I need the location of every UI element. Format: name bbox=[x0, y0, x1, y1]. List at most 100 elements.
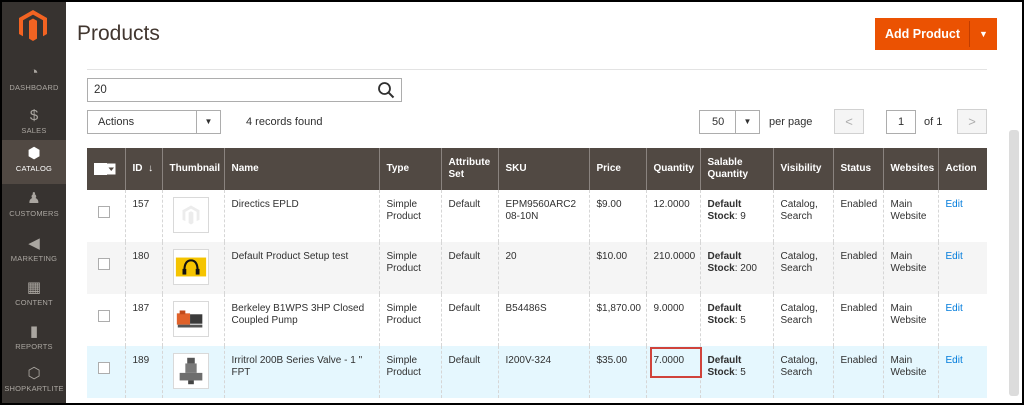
sidebar-item-label: CATALOG bbox=[15, 164, 53, 173]
cell-quantity: 9.0000 bbox=[645, 294, 700, 346]
edit-link[interactable]: Edit bbox=[946, 199, 963, 210]
sidebar-item-catalog[interactable]: ⬢ CATALOG bbox=[2, 140, 66, 184]
row-select-cell[interactable] bbox=[87, 190, 125, 242]
chevron-down-icon[interactable]: ▼ bbox=[196, 111, 220, 133]
edit-link[interactable]: Edit bbox=[946, 251, 963, 262]
cell-visibility: Catalog, Search bbox=[772, 294, 833, 346]
cell-attribute-set: Default bbox=[440, 346, 498, 398]
next-page-button[interactable]: > bbox=[957, 109, 987, 134]
cell-action: Edit bbox=[937, 294, 987, 346]
megaphone-icon: ◀ bbox=[28, 235, 40, 252]
cell-price: $1,870.00 bbox=[588, 294, 646, 346]
cell-type: Simple Product bbox=[378, 346, 441, 398]
column-thumbnail: Thumbnail bbox=[161, 148, 224, 190]
per-page-value: 50 bbox=[712, 116, 725, 128]
cell-quantity: 12.0000 bbox=[645, 190, 700, 242]
search-input[interactable] bbox=[94, 82, 364, 98]
cell-id: 180 bbox=[124, 242, 162, 294]
cell-status: Enabled bbox=[832, 190, 883, 242]
sidebar-item-shopkartlite[interactable]: ⬡ SHOPKARTLITE bbox=[2, 360, 66, 403]
cube-icon: ⬢ bbox=[27, 145, 41, 162]
cell-action: Edit bbox=[937, 190, 987, 242]
cell-type: Simple Product bbox=[378, 190, 441, 242]
edit-link[interactable]: Edit bbox=[946, 303, 963, 314]
column-price[interactable]: Price bbox=[588, 148, 646, 190]
per-page-label: per page bbox=[769, 116, 813, 128]
table-row[interactable]: 189 Irritrol 200B Series Valve - 1 " FPT S… bbox=[87, 346, 987, 398]
row-checkbox[interactable] bbox=[98, 258, 110, 270]
column-quantity[interactable]: Quantity bbox=[645, 148, 700, 190]
cell-visibility: Catalog, Search bbox=[772, 242, 833, 294]
page-title: Products bbox=[77, 22, 160, 45]
person-icon: ♟ bbox=[27, 190, 41, 207]
total-pages: of 1 bbox=[924, 116, 943, 128]
sidebar-item-label: DASHBOARD bbox=[9, 83, 59, 92]
grid-header-row: ID ↓ Thumbnail Name Type Attribute Set S… bbox=[87, 148, 987, 190]
column-type[interactable]: Type bbox=[378, 148, 441, 190]
row-checkbox[interactable] bbox=[98, 310, 110, 322]
add-product-label[interactable]: Add Product bbox=[876, 19, 969, 49]
sidebar-item-customers[interactable]: ♟ CUSTOMERS bbox=[2, 185, 66, 229]
cell-action: Edit bbox=[937, 346, 987, 398]
chevron-down-icon[interactable]: ▼ bbox=[735, 111, 759, 133]
quantity-highlight-box bbox=[650, 347, 702, 378]
sidebar-item-dashboard[interactable]: ◔ DASHBOARD bbox=[2, 59, 66, 103]
cell-attribute-set: Default bbox=[440, 242, 498, 294]
column-status[interactable]: Status bbox=[832, 148, 883, 190]
mass-select-header[interactable] bbox=[87, 148, 125, 190]
row-checkbox[interactable] bbox=[98, 362, 110, 374]
page-number-input[interactable]: 1 bbox=[886, 110, 916, 134]
keyword-search[interactable] bbox=[87, 78, 402, 102]
column-action: Action bbox=[937, 148, 987, 190]
cell-name: Default Product Setup test bbox=[223, 242, 379, 294]
cell-visibility: Catalog, Search bbox=[772, 346, 833, 398]
row-select-cell[interactable] bbox=[87, 294, 125, 346]
admin-window: ◔ DASHBOARD $ SALES ⬢ CATALOG ♟ CUSTOMERS ◀ MARKE… bbox=[0, 0, 1024, 405]
sidebar-item-content[interactable]: ▦ CONTENT bbox=[2, 274, 66, 318]
cell-websites: Main Website bbox=[882, 294, 938, 346]
page-scrollbar[interactable] bbox=[1009, 130, 1019, 396]
edit-link[interactable]: Edit bbox=[946, 355, 963, 366]
placeholder-thumb-icon[interactable] bbox=[172, 197, 209, 233]
column-id[interactable]: ID ↓ bbox=[124, 148, 162, 190]
row-checkbox[interactable] bbox=[98, 206, 110, 218]
layout-icon: ▦ bbox=[26, 279, 42, 296]
cell-price: $9.00 bbox=[588, 190, 646, 242]
pump-thumb-icon[interactable] bbox=[172, 301, 209, 337]
dollar-icon: $ bbox=[29, 107, 39, 124]
cell-sku: EPM9560ARC208-10N bbox=[497, 190, 589, 242]
cell-id: 187 bbox=[124, 294, 162, 346]
row-select-cell[interactable] bbox=[87, 346, 125, 398]
cell-name: Directics EPLD bbox=[223, 190, 379, 242]
add-product-button[interactable]: Add Product ▼ bbox=[875, 18, 997, 50]
sidebar-item-reports[interactable]: ▮ REPORTS bbox=[2, 318, 66, 362]
per-page-select[interactable]: 50 ▼ bbox=[699, 110, 760, 134]
cell-sku: I200V-324 bbox=[497, 346, 589, 398]
table-row[interactable]: 187 Berkeley B1WPS 3HP Closed Coupled Pum… bbox=[87, 294, 987, 346]
mass-select-checkbox[interactable] bbox=[94, 162, 116, 175]
sort-arrow-icon[interactable]: ↓ bbox=[148, 163, 153, 174]
valve-thumb-icon[interactable] bbox=[172, 353, 209, 389]
bar-chart-icon: ▮ bbox=[29, 323, 39, 340]
table-row[interactable]: 157 Directics EPLD Simple Product Default EP… bbox=[87, 190, 987, 242]
sidebar-item-label: REPORTS bbox=[15, 342, 53, 351]
row-select-cell[interactable] bbox=[87, 242, 125, 294]
column-websites[interactable]: Websites bbox=[882, 148, 938, 190]
column-name[interactable]: Name bbox=[223, 148, 379, 190]
chevron-down-icon[interactable]: ▼ bbox=[970, 19, 997, 49]
magento-logo-icon[interactable] bbox=[19, 10, 47, 42]
cell-id: 157 bbox=[124, 190, 162, 242]
column-id-label: ID bbox=[132, 163, 143, 174]
column-sku[interactable]: SKU bbox=[497, 148, 589, 190]
sidebar-item-label: MARKETING bbox=[10, 254, 58, 263]
sidebar-item-marketing[interactable]: ◀ MARKETING bbox=[2, 230, 66, 274]
cell-salable-quantity: Default Stock: 9 bbox=[699, 190, 773, 242]
cell-name: Berkeley B1WPS 3HP Closed Coupled Pump bbox=[223, 294, 379, 346]
previous-page-button[interactable]: < bbox=[834, 109, 864, 134]
column-attribute-set[interactable]: Attribute Set bbox=[440, 148, 498, 190]
table-row[interactable]: 180 Default Product Setup test Simple Prod… bbox=[87, 242, 987, 294]
headphones-thumb-icon[interactable] bbox=[172, 249, 209, 285]
search-icon[interactable] bbox=[377, 81, 395, 99]
column-visibility[interactable]: Visibility bbox=[772, 148, 833, 190]
mass-actions-select[interactable]: Actions ▼ bbox=[87, 110, 221, 134]
